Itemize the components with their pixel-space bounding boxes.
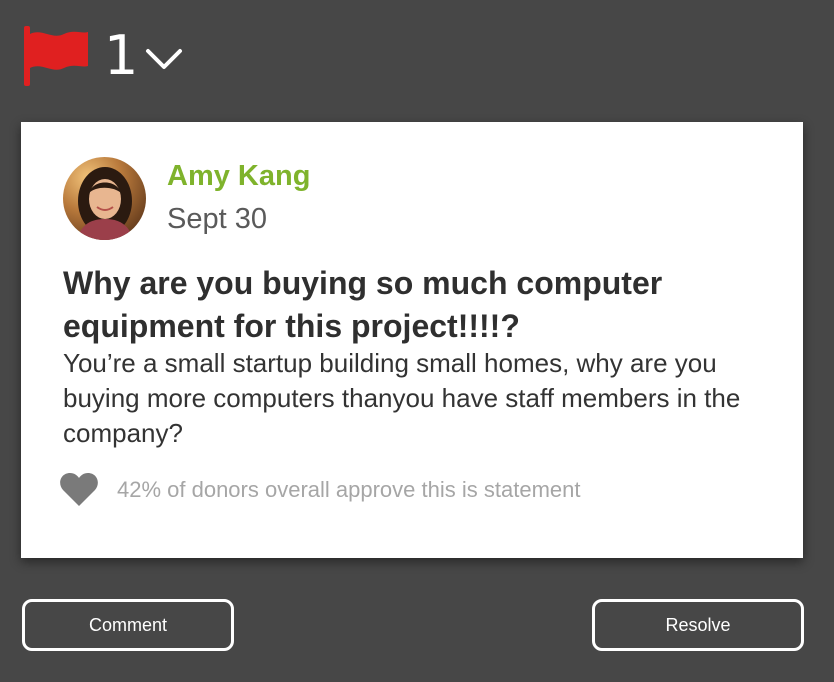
flag-icon <box>24 26 88 86</box>
chevron-down-icon[interactable] <box>144 45 184 73</box>
avatar <box>63 157 146 240</box>
post-body: You’re a small startup building small ho… <box>63 348 741 448</box>
post-date: Sept 30 <box>167 203 267 235</box>
comment-button[interactable]: Comment <box>22 599 234 651</box>
author-name[interactable]: Amy Kang <box>167 160 310 193</box>
resolve-button[interactable]: Resolve <box>592 599 804 651</box>
flag-count: 1 <box>104 24 139 87</box>
comment-card: Amy Kang Sept 30 Why are you buying so m… <box>21 122 803 558</box>
heart-icon[interactable] <box>59 472 99 508</box>
approval-text: 42% of donors overall approve this is st… <box>117 477 581 502</box>
issue-screen: 1 Amy Kang Sept 30 Why are you buying so… <box>0 0 834 682</box>
approval-stat: 42% of donors overall approve this is st… <box>59 472 580 508</box>
flag-summary: 1 <box>22 24 184 88</box>
post-title: Why are you buying so much computer equi… <box>63 265 663 344</box>
